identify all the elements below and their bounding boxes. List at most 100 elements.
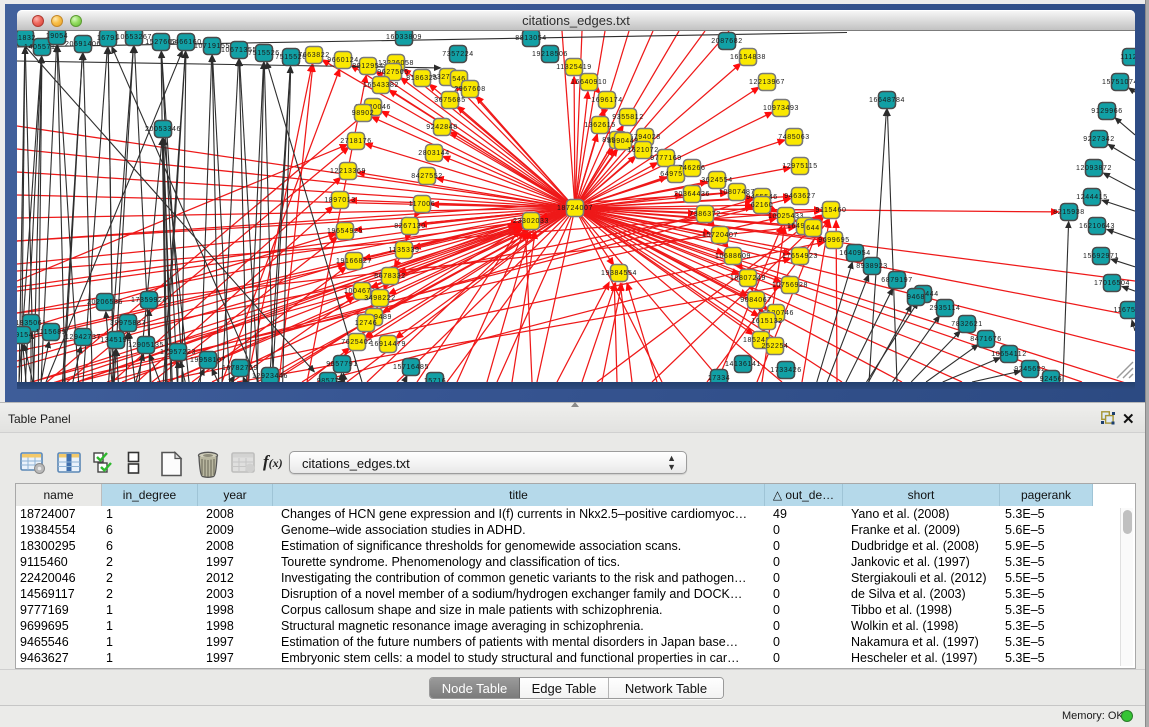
svg-text:16210643: 16210643: [1079, 223, 1115, 230]
svg-text:11325419: 11325419: [556, 64, 591, 71]
svg-text:7625402: 7625402: [341, 339, 372, 346]
svg-text:1696174: 1696174: [591, 97, 622, 104]
svg-text:2087682: 2087682: [711, 38, 742, 45]
svg-text:1135339: 1135339: [389, 247, 420, 254]
svg-text:7357224: 7357224: [442, 51, 473, 58]
svg-text:2967608: 2967608: [454, 86, 485, 93]
svg-text:644: 644: [806, 225, 819, 232]
svg-text:1615132: 1615132: [751, 318, 782, 325]
svg-text:1897013: 1897013: [324, 197, 355, 204]
svg-text:9857791: 9857791: [326, 361, 357, 368]
svg-text:19054: 19054: [46, 33, 68, 40]
svg-text:19166827: 19166827: [336, 258, 372, 265]
svg-text:746266: 746266: [679, 165, 706, 172]
svg-text:16154838: 16154838: [730, 54, 766, 61]
svg-text:7832621: 7832621: [951, 321, 982, 328]
svg-text:16543382: 16543382: [363, 82, 399, 89]
svg-text:15720407: 15720407: [702, 232, 738, 239]
svg-text:17359924: 17359924: [131, 297, 167, 304]
svg-text:8813054: 8813054: [515, 35, 546, 42]
svg-text:62160: 62160: [751, 202, 773, 209]
svg-text:12942737: 12942737: [65, 334, 101, 341]
svg-text:14136141: 14136141: [725, 361, 761, 368]
svg-text:8678332: 8678332: [374, 273, 405, 280]
svg-text:15751074: 15751074: [1102, 79, 1135, 86]
svg-text:9115460: 9115460: [816, 207, 847, 214]
svg-text:12213369: 12213369: [330, 168, 366, 175]
svg-text:1362615: 1362615: [584, 122, 615, 129]
svg-text:15716485: 15716485: [393, 364, 429, 371]
svg-text:7663822: 7663822: [298, 52, 329, 59]
svg-text:8427552: 8427552: [411, 173, 442, 180]
svg-text:2718176: 2718176: [340, 138, 371, 145]
svg-text:20364436: 20364436: [674, 191, 710, 198]
svg-text:8938923: 8938923: [856, 263, 887, 270]
svg-text:2803144: 2803144: [418, 150, 449, 157]
svg-text:98902: 98902: [352, 110, 374, 117]
svg-text:7386372: 7386372: [689, 211, 720, 218]
svg-text:12975115: 12975115: [782, 163, 817, 170]
svg-text:7485063: 7485063: [778, 134, 809, 141]
svg-text:16640910: 16640910: [571, 79, 607, 86]
svg-text:39975887: 39975887: [110, 320, 146, 327]
svg-text:16914479: 16914479: [370, 341, 406, 348]
svg-text:10654112: 10654112: [991, 351, 1026, 358]
svg-text:20053346: 20053346: [145, 126, 181, 133]
svg-text:10973493: 10973493: [763, 105, 799, 112]
svg-text:9245652: 9245652: [1014, 366, 1045, 373]
svg-text:9355812: 9355812: [612, 114, 643, 121]
svg-text:17334: 17334: [708, 375, 730, 382]
svg-text:9627505: 9627505: [377, 69, 408, 76]
svg-text:17016504: 17016504: [1094, 280, 1130, 287]
svg-text:252254: 252254: [762, 343, 789, 350]
svg-text:1167533: 1167533: [1114, 307, 1135, 314]
svg-text:1621072: 1621072: [627, 147, 658, 154]
svg-text:117006: 117006: [409, 201, 435, 208]
svg-text:17654923: 17654923: [782, 253, 818, 260]
svg-text:3624554: 3624554: [701, 177, 732, 184]
svg-text:6879197: 6879197: [881, 277, 912, 284]
svg-text:8471676: 8471676: [970, 336, 1001, 343]
svg-text:1345194: 1345194: [100, 337, 131, 344]
svg-text:9777169: 9777169: [650, 155, 681, 162]
svg-text:2935114: 2935114: [930, 305, 961, 312]
svg-text:20206536: 20206536: [87, 299, 123, 306]
svg-text:15692971: 15692971: [1083, 253, 1119, 260]
svg-text:19654925: 19654925: [327, 228, 363, 235]
svg-text:16648784: 16648784: [869, 97, 905, 104]
svg-text:9084067: 9084067: [740, 297, 771, 304]
svg-text:12746: 12746: [355, 320, 377, 327]
svg-text:39154: 39154: [17, 332, 33, 339]
svg-text:9699695: 9699695: [818, 237, 849, 244]
svg-text:1640954: 1640954: [839, 250, 870, 257]
svg-text:12213967: 12213967: [749, 79, 785, 86]
svg-text:9242848: 9242848: [426, 124, 457, 131]
svg-text:19958107: 19958107: [190, 357, 226, 364]
svg-text:10688609: 10688609: [715, 253, 751, 260]
svg-text:19218506: 19218506: [532, 51, 568, 58]
svg-text:9463627: 9463627: [784, 193, 815, 200]
svg-text:18724007: 18724007: [557, 205, 593, 212]
svg-text:10756928: 10756928: [772, 282, 808, 289]
svg-text:1733426: 1733426: [770, 367, 801, 374]
svg-text:18807249: 18807249: [730, 275, 766, 282]
svg-text:1115689: 1115689: [36, 329, 66, 336]
svg-text:16033809: 16033809: [386, 34, 422, 41]
svg-text:11124: 11124: [1120, 54, 1135, 61]
svg-text:3498222: 3498222: [364, 295, 395, 302]
svg-text:9468: 9468: [907, 294, 925, 301]
svg-text:20691406: 20691406: [65, 41, 101, 48]
svg-text:12905135: 12905135: [128, 342, 164, 349]
svg-text:16782759: 16782759: [222, 365, 258, 372]
svg-text:3675685: 3675685: [434, 97, 465, 104]
svg-text:9129966: 9129966: [1091, 108, 1122, 115]
svg-text:9227342: 9227342: [1083, 136, 1114, 143]
svg-text:8215938: 8215938: [1053, 209, 1084, 216]
svg-text:12923446: 12923446: [252, 373, 288, 380]
svg-text:12093872: 12093872: [1076, 165, 1112, 172]
svg-text:17957223: 17957223: [160, 349, 196, 356]
svg-text:1244415: 1244415: [1076, 194, 1107, 201]
svg-text:23302033: 23302033: [513, 218, 549, 225]
svg-text:19384554: 19384554: [601, 270, 637, 277]
svg-text:8267130: 8267130: [394, 223, 425, 230]
